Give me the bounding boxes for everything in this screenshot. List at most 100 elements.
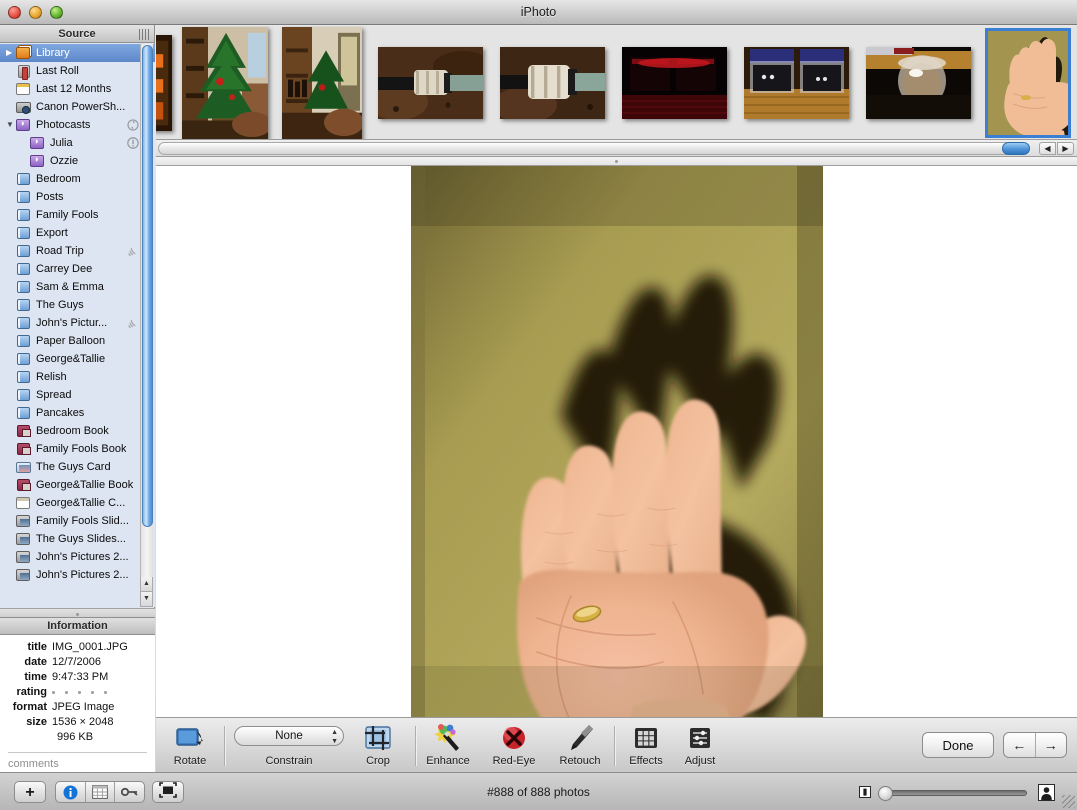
source-header-label: Source [58, 28, 96, 40]
sidebar-item-george-tallie[interactable]: George&Tallie [0, 350, 155, 368]
sidebar-item-last-roll[interactable]: Last Roll [0, 62, 155, 80]
thumbnail-filmstrip[interactable] [156, 26, 1077, 140]
thumbnail-black-foam-cases[interactable] [744, 46, 849, 119]
sync-icon[interactable] [127, 119, 139, 131]
scroll-up-arrow-icon[interactable]: ▲ [140, 577, 153, 592]
enhance-tool[interactable]: Enhance [416, 724, 480, 767]
scroll-down-arrow-icon[interactable]: ▼ [140, 592, 153, 607]
warning-icon[interactable] [127, 137, 139, 149]
rating-dot[interactable] [52, 691, 55, 694]
sidebar-item-spread[interactable]: Spread [0, 386, 155, 404]
disclosure-triangle-down-icon[interactable]: ▼ [6, 121, 15, 129]
sidebar-item-pancakes[interactable]: Pancakes [0, 404, 155, 422]
info-key-rating: rating [16, 686, 47, 698]
sidebar-item-george-tallie-c[interactable]: George&Tallie C... [0, 494, 155, 512]
thumbnail-christmas-tree[interactable] [182, 26, 268, 139]
sidebar-item-bedroom-book[interactable]: Bedroom Book [0, 422, 155, 440]
adjust-tool[interactable]: Adjust [668, 724, 732, 767]
sidebar-item-john-s-pictures-2[interactable]: John's Pictures 2... [0, 548, 155, 566]
sidebar-item-family-fools-book[interactable]: Family Fools Book [0, 440, 155, 458]
crop-tool[interactable]: Crop [346, 724, 410, 767]
rating-dot[interactable] [91, 691, 94, 694]
thumbnail-tree-doorway[interactable] [282, 26, 362, 139]
thumbnail-glass-jar[interactable] [866, 46, 971, 119]
sidebar-item-family-fools-slid[interactable]: Family Fools Slid... [0, 512, 155, 530]
rotate-tool[interactable]: Rotate [158, 724, 222, 767]
filmstrip-scrollbar-thumb[interactable] [158, 142, 1025, 155]
filmstrip-scroll-right-icon[interactable]: ▶ [1057, 142, 1074, 155]
redeye-tool[interactable]: Red-Eye [482, 724, 546, 767]
sidebar-item-bedroom[interactable]: Bedroom [0, 170, 155, 188]
rating-dot[interactable] [78, 691, 81, 694]
retouch-tool[interactable]: Retouch [548, 724, 612, 767]
zoom-in-icon[interactable] [1038, 784, 1055, 801]
broadcast-icon[interactable] [127, 317, 139, 329]
sidebar-item-label: Bedroom [36, 173, 81, 185]
sidebar-item-john-s-pictures-2[interactable]: John's Pictures 2... [0, 566, 155, 584]
resize-grip-icon[interactable] [139, 29, 150, 40]
rating-dot[interactable] [104, 691, 107, 694]
filmstrip-scroll-left-icon[interactable]: ◀ [1039, 142, 1056, 155]
rating-dot[interactable] [65, 691, 68, 694]
photocast-icon-shape [16, 118, 30, 131]
thumbnail-pipe-fitting-1[interactable] [378, 46, 483, 119]
sidebar-item-the-guys[interactable]: The Guys [0, 296, 155, 314]
sidebar-item-posts[interactable]: Posts [0, 188, 155, 206]
sidebar-item-library[interactable]: ▶ Library [0, 44, 155, 62]
sidebar-item-the-guys-slides[interactable]: The Guys Slides... [0, 530, 155, 548]
info-key-title: title [27, 641, 47, 653]
sidebar-item-last-12-months[interactable]: Last 12 Months [0, 80, 155, 98]
thumbnail-size-slider[interactable] [878, 786, 1027, 801]
info-value-format: JPEG Image [52, 701, 115, 713]
thumbnail-pipe-fitting-2[interactable] [500, 46, 605, 119]
sidebar-item-paper-balloon[interactable]: Paper Balloon [0, 332, 155, 350]
sidebar-splitter[interactable] [0, 608, 155, 618]
thumbnail-orange-shelf[interactable] [156, 34, 172, 131]
photo-splitter[interactable] [156, 157, 1077, 166]
photo-viewer [156, 166, 1077, 717]
sidebar-scrollbar[interactable] [140, 44, 153, 607]
sidebar-item-the-guys-card[interactable]: The Guys Card [0, 458, 155, 476]
info-row-date: date 12/7/2006 [0, 655, 155, 670]
sidebar-item-julia[interactable]: Julia [0, 134, 155, 152]
sidebar-item-photocasts[interactable]: ▼ Photocasts [0, 116, 155, 134]
broadcast-icon[interactable] [127, 245, 139, 257]
main-photo[interactable] [411, 166, 823, 717]
info-value-title[interactable]: IMG_0001.JPG [52, 640, 128, 655]
rating-control[interactable] [52, 685, 107, 700]
zoom-out-icon[interactable] [859, 786, 871, 798]
comments-field[interactable]: comments [8, 758, 155, 770]
previous-photo-button[interactable]: ← [1004, 733, 1036, 757]
source-list[interactable]: ▶ Library Last Roll Last 12 Months Canon … [0, 44, 155, 607]
filmstrip-scroll-handle[interactable] [1002, 142, 1030, 155]
sidebar-item-canon-powersh[interactable]: Canon PowerSh... [0, 98, 155, 116]
sidebar-item-sam-emma[interactable]: Sam & Emma [0, 278, 155, 296]
retouch-label: Retouch [559, 755, 601, 767]
sidebar-item-carrey-dee[interactable]: Carrey Dee [0, 260, 155, 278]
sidebar-item-relish[interactable]: Relish [0, 368, 155, 386]
sidebar-item-john-s-pictur[interactable]: John's Pictur... [0, 314, 155, 332]
thumbnail-open-hand[interactable] [985, 27, 1071, 138]
info-key-time: time [24, 671, 47, 683]
thumbnail-size-slider-knob[interactable] [878, 786, 893, 801]
window-resize-grip-icon[interactable] [1062, 795, 1075, 808]
sidebar-scrollbar-thumb[interactable] [142, 45, 153, 527]
thumbnail-red-dark[interactable] [622, 46, 727, 119]
sidebar-item-george-tallie-book[interactable]: George&Tallie Book [0, 476, 155, 494]
sidebar-item-family-fools[interactable]: Family Fools [0, 206, 155, 224]
sidebar-item-road-trip[interactable]: Road Trip [0, 242, 155, 260]
done-button[interactable]: Done [922, 732, 994, 758]
enhance-label: Enhance [426, 755, 470, 767]
sidebar-item-ozzie[interactable]: Ozzie [0, 152, 155, 170]
open-hand-photo-graphic [411, 166, 823, 717]
book-icon-shape [17, 479, 31, 491]
disclosure-triangle-right-icon[interactable]: ▶ [6, 49, 15, 57]
sidebar-item-export[interactable]: Export [0, 224, 155, 242]
filmstrip-scrollbar[interactable]: ◀ ▶ [156, 140, 1077, 157]
next-photo-button[interactable]: → [1036, 733, 1067, 757]
constrain-select[interactable]: None ▲ ▼ [234, 726, 344, 746]
